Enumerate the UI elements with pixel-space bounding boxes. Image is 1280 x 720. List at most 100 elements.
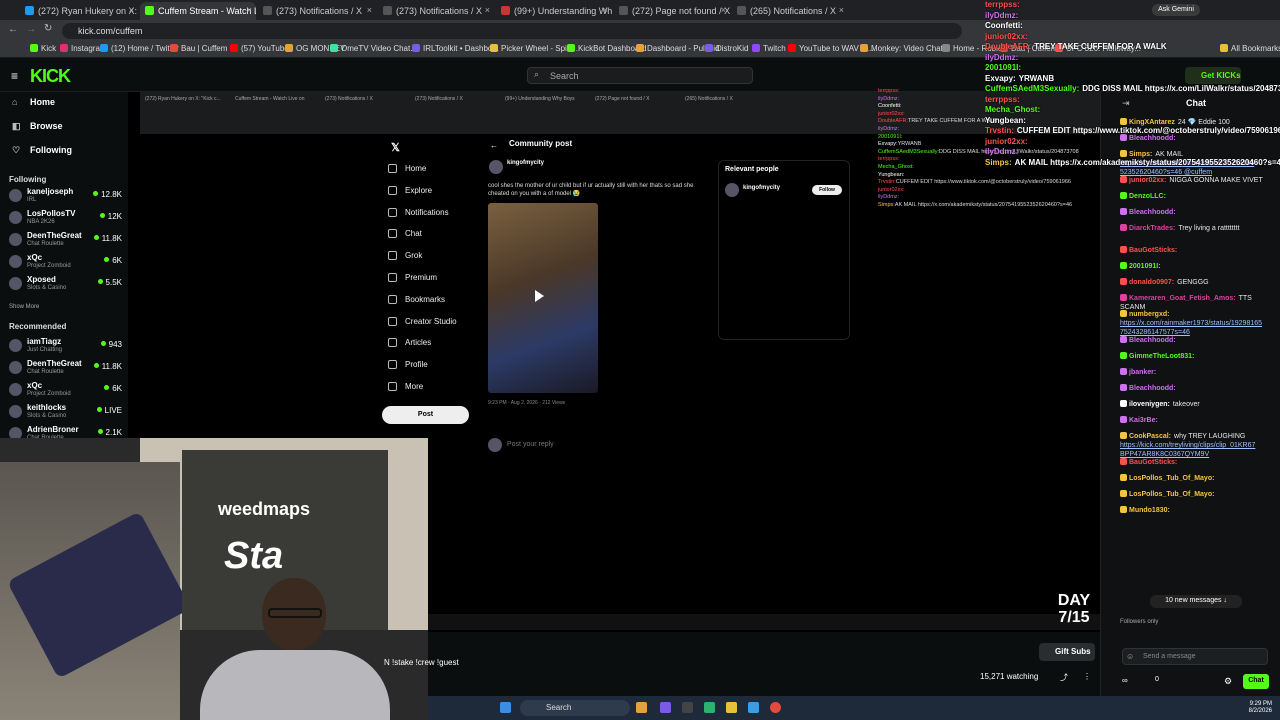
sidebar-channel[interactable]: xQc Project Zomboid 6K [9,253,124,273]
search-input[interactable]: Search [527,67,753,84]
sidebar-channel[interactable]: kaneljoseph IRL 12.8K [9,187,124,207]
back-icon[interactable]: ← [8,24,18,35]
share-icon[interactable]: ⤴ [1060,672,1068,683]
chat-input[interactable]: Send a message [1122,648,1268,665]
bookmark-item[interactable]: IRLToolkit • Dashbo... [412,44,499,53]
inner-tab: (272) Ryan Hukery on X: "Kick c... [145,96,221,102]
chat-username[interactable]: Kai3rBe: [1129,417,1158,424]
sidebar-channel[interactable]: DeenTheGreat Chat Roulette 11.8K [9,359,124,379]
tab-close-icon[interactable]: × [247,5,252,15]
chat-username[interactable]: CookPascal: [1129,433,1171,440]
chat-text: Trey living a ratttttttt [1178,225,1240,232]
chat-settings-icon[interactable]: ⚙ [1224,676,1232,687]
sidebar-item-browse[interactable]: ◧ Browse [12,121,63,132]
chat-username[interactable]: iloveniygen: [1129,401,1170,408]
new-messages-button[interactable]: 10 new messages ↓ [1150,595,1242,608]
chat-username[interactable]: DiarckTrades: [1129,225,1175,232]
bookmark-item[interactable]: Bau | Cuffem [170,44,227,53]
emote-picker-icon[interactable]: ∞ [1122,676,1128,685]
sidebar-channel[interactable]: keithlocks Slots & Casino LIVE [9,403,124,423]
chat-username[interactable]: GimmeTheLoot831: [1129,353,1194,360]
chat-username[interactable]: jbanker: [1129,369,1156,376]
show-more-link[interactable]: Show More [9,304,39,310]
tab-close-icon[interactable]: × [603,5,608,15]
bookmark-item[interactable]: Twitch [752,44,786,53]
menu-icon[interactable]: ≡ [11,69,18,83]
chat-username[interactable]: Mundo1830: [1129,507,1170,514]
overlay-chat-line: terrppss: [985,95,1280,106]
chat-username[interactable]: LosPollos_Tub_Of_Mayo: [1129,491,1214,498]
channel-category: Chat Roulette [27,241,64,247]
browser-tab[interactable]: (265) Notifications / X × [732,2,848,20]
sidebar-item-following[interactable]: ♡ Following [12,145,72,156]
sidebar-item-label: Following [30,145,72,155]
browser-tab[interactable]: (273) Notifications / X × [258,2,376,20]
browser-tab[interactable]: (272) Ryan Hukery on X: "Kick c...× [20,2,138,20]
channel-viewers: 12K [100,212,122,221]
chat-username[interactable]: donaldo0907: [1129,279,1174,286]
file-explorer-icon[interactable] [726,702,737,713]
sidebar-channel[interactable]: LosPollosTV NBA 2K26 12K [9,209,124,229]
chat-text: GENGGG [1177,279,1209,286]
url-field[interactable]: kick.com/cuffem [62,23,962,39]
x-logo-icon: 𝕏 [391,142,400,154]
bookmark-item[interactable]: (57) YouTube [230,44,289,53]
chat-link[interactable]: https://x.com/rainmaker1973/status/19298… [1120,320,1262,336]
reload-icon[interactable]: ↻ [44,23,52,34]
taskbar-search[interactable]: Search [520,700,630,716]
overlay-chat-text: AK MAIL https://x.com/akademiksty/status… [1014,157,1280,167]
channel-viewers: 11.8K [94,362,122,371]
channel-viewers: 2.1K [98,428,122,437]
app-icon-3[interactable] [748,702,759,713]
chat-username[interactable]: LosPollos_Tub_Of_Mayo: [1129,475,1214,482]
kick-logo[interactable]: KICK [30,66,71,87]
bookmark-item[interactable]: Monkey: Video Chat... [860,44,950,53]
bookmark-item[interactable]: Picker Wheel - Spin... [490,44,578,53]
browser-tab[interactable]: (273) Notifications / X × [378,2,494,20]
browser-tab[interactable]: (99+) Understanding Why Boys× [496,2,612,20]
app-icon[interactable] [660,702,671,713]
chat-username[interactable]: BauGotSticks: [1129,247,1177,254]
gift-subs-button[interactable]: Gift Subs [1039,643,1095,661]
chat-username[interactable]: BauGotSticks: [1129,459,1177,466]
sidebar-item-label: Browse [30,121,63,131]
taskview-icon[interactable] [682,702,693,713]
chat-link[interactable]: https://kick.com/treyliving/clips/clip_0… [1120,442,1255,458]
start-icon[interactable] [500,702,511,713]
browser-tab[interactable]: (272) Page not found / X × [614,2,730,20]
tab-close-icon[interactable]: × [485,5,490,15]
sidebar-channel[interactable]: DeenTheGreat Chat Roulette 11.8K [9,231,124,251]
tab-close-icon[interactable]: × [839,5,844,15]
bookmark-item[interactable]: (12) Home / Twitter [100,44,179,53]
x-relevant-header: Relevant people [725,166,779,173]
chat-username[interactable]: Bleachhoodd: [1129,385,1176,392]
tab-close-icon[interactable]: × [721,5,726,15]
chat-username[interactable]: Kameraren_Goat_Fetish_Amos: [1129,295,1236,302]
chat-send-button[interactable]: Chat [1243,674,1269,689]
chat-username[interactable]: numbergxd: [1129,311,1169,318]
tab-close-icon[interactable]: × [367,5,372,15]
bookmark-icon [567,44,575,52]
browser-tab[interactable]: Cuffem Stream - Watch Live on× [140,2,256,20]
widgets-icon[interactable] [636,702,647,713]
bookmark-item[interactable]: KickBot Dashboard [567,44,646,53]
search-icon: ⌕ [534,69,540,79]
app-icon-2[interactable] [704,702,715,713]
chat-username[interactable]: 2001091I: [1129,263,1161,270]
bookmark-item[interactable]: DistroKid [705,44,748,53]
emote-icon[interactable]: ☺ [1126,652,1134,661]
sidebar-channel[interactable]: Xposed Slots & Casino 5.5K [9,275,124,295]
sidebar-channel[interactable]: iamTiagz Just Chatting 943 [9,337,124,357]
chrome-icon[interactable] [770,702,781,713]
tab-close-icon[interactable]: × [129,5,134,15]
sidebar-item-home[interactable]: ⌂ Home [12,97,55,107]
forward-icon[interactable]: → [26,24,36,35]
chat-username[interactable]: Bleachhoodd: [1129,337,1176,344]
x-nav-label: More [405,382,424,391]
more-options-icon[interactable]: ⋮ [1083,672,1091,681]
bookmark-item[interactable]: Kick [30,44,56,53]
sidebar-channel[interactable]: xQc Project Zomboid 6K [9,381,124,401]
channel-avatar [9,339,22,352]
bookmark-item[interactable]: OmeTV Video Chat... [330,44,417,53]
webcam-person-hoodie [200,650,390,720]
